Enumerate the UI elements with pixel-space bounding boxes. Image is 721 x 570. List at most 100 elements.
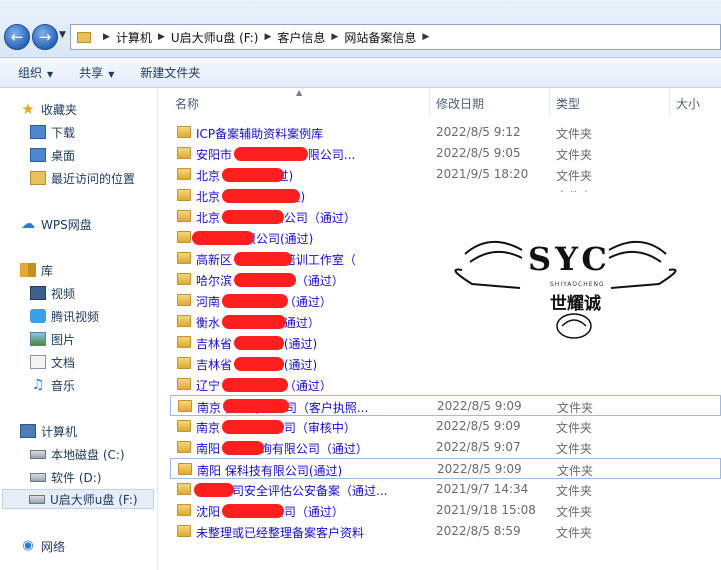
chevron-right-icon[interactable]: ▶	[264, 32, 271, 42]
column-size[interactable]: 大小	[676, 95, 700, 112]
nav-libraries[interactable]: 库	[20, 260, 53, 280]
sort-ascending-icon: ▲	[296, 88, 303, 97]
back-arrow-icon: ←	[10, 28, 24, 46]
table-row[interactable]: 南京 技术有限公司（客户执照... 2022/8/5 9:09 文件夹	[170, 395, 721, 416]
nav-drive-f[interactable]: U启大师u盘 (F:)	[2, 489, 154, 509]
file-date: 2022/8/5 9:12	[436, 125, 521, 139]
picture-icon	[30, 332, 46, 346]
file-date: 2021/9/7 14:34	[436, 482, 529, 496]
file-date: 2022/8/5 9:05	[436, 146, 521, 160]
column-divider[interactable]	[549, 88, 550, 116]
nav-label: 网络	[41, 539, 66, 554]
file-date: 2021/9/18 15:08	[436, 503, 536, 517]
chevron-right-icon[interactable]: ▶	[158, 32, 165, 42]
table-row[interactable]: 安阳市 理咨询服务有限公司... 2022/8/5 9:05 文件夹	[170, 143, 721, 164]
desktop-icon	[30, 148, 46, 162]
folder-icon	[177, 168, 191, 180]
share-label: 共享	[79, 66, 104, 80]
chevron-down-icon: ▼	[108, 70, 115, 79]
nav-videos[interactable]: 视频	[30, 283, 75, 303]
redaction-mark	[223, 399, 289, 413]
nav-network[interactable]: ◉ 网络	[20, 536, 65, 556]
file-name: 哈尔滨 术服务中心（通过）	[196, 274, 344, 288]
redaction-mark	[222, 420, 284, 434]
nav-label: 视频	[51, 286, 76, 301]
breadcrumb-computer[interactable]: 计算机	[116, 29, 152, 46]
nav-drive-c[interactable]: 本地磁盘 (C:)	[30, 444, 125, 464]
breadcrumb-usb-drive[interactable]: U启大师u盘 (F:)	[171, 29, 259, 46]
table-row[interactable]: 沈阳 科技有限公司（通过）2021/9/18 15:08文件夹	[170, 500, 721, 521]
column-divider[interactable]	[429, 88, 430, 116]
new-folder-button[interactable]: 新建文件夹	[140, 64, 200, 81]
file-name: 南阳 保科技有限公司(通过)	[197, 464, 343, 478]
redaction-mark	[222, 504, 284, 518]
nav-label: U启大师u盘 (F:)	[50, 492, 138, 507]
forward-button[interactable]: →	[32, 24, 58, 50]
folder-icon	[177, 357, 191, 369]
tencent-video-icon	[30, 309, 46, 323]
table-row[interactable]: 南京 科技有限公司（审核中） 2022/8/5 9:09 文件夹	[170, 416, 721, 437]
nav-label: 音乐	[51, 378, 76, 393]
nav-label: 本地磁盘 (C:)	[51, 447, 125, 462]
forward-arrow-icon: →	[38, 28, 52, 46]
chevron-right-icon[interactable]: ▶	[331, 32, 338, 42]
chevron-right-icon[interactable]: ▶	[422, 32, 429, 42]
column-divider[interactable]	[669, 88, 670, 116]
nav-desktop[interactable]: 桌面	[30, 145, 75, 165]
table-row[interactable]: 南阳 保科技有限公司(通过) 2022/8/5 9:09 文件夹	[170, 458, 721, 479]
nav-label: 桌面	[51, 148, 76, 163]
file-type: 文件夹	[557, 464, 594, 478]
nav-documents[interactable]: 文档	[30, 352, 75, 372]
cloud-icon: ☁	[21, 216, 35, 232]
nav-label: 图片	[51, 332, 76, 347]
folder-icon	[177, 189, 191, 201]
table-row[interactable]: ICP备案辅助资料案例库 2022/8/5 9:12 文件夹	[170, 122, 721, 143]
nav-computer[interactable]: 计算机	[20, 421, 77, 441]
file-type: 文件夹	[556, 505, 593, 519]
redaction-mark	[192, 231, 254, 245]
table-row[interactable]: 北京 限公司(通过)2021/9/5 18:20文件夹	[170, 164, 721, 185]
nav-wps[interactable]: ☁ WPS网盘	[20, 214, 92, 234]
breadcrumb-website-records[interactable]: 网站备案信息	[344, 29, 416, 46]
table-row[interactable]: 南阳 信息咨询有限公司（通过） 2022/8/5 9:07 文件夹	[170, 437, 721, 458]
hard-drive-icon	[30, 472, 46, 482]
share-menu[interactable]: 共享 ▼	[79, 64, 114, 81]
file-date: 2022/8/5 8:59	[436, 524, 521, 538]
nav-music[interactable]: ♫ 音乐	[30, 375, 75, 395]
back-button[interactable]: ←	[4, 24, 30, 50]
table-row[interactable]: 科技公司安全评估公安备案（通过... 2021/9/7 14:34 文件夹	[170, 479, 721, 500]
logo-pinyin: SHIYAOCHENG	[550, 281, 605, 288]
file-name: 高新区 文化艺术培训工作室（	[196, 253, 356, 267]
nav-tencent-video[interactable]: 腾讯视频	[30, 306, 99, 326]
table-row[interactable]: 辽宁 技有限公司（通过）	[170, 374, 721, 395]
file-type: 文件夹	[557, 401, 594, 415]
breadcrumb-customer-info[interactable]: 客户信息	[277, 29, 325, 46]
nav-label: 腾讯视频	[51, 309, 100, 324]
file-type: 文件夹	[556, 421, 593, 435]
nav-recent[interactable]: 最近访问的位置	[30, 168, 135, 188]
folder-icon	[177, 147, 191, 159]
organize-menu[interactable]: 组织 ▼	[18, 64, 53, 81]
column-name[interactable]: 名称	[175, 95, 199, 112]
file-date: 2022/8/5 9:07	[436, 440, 521, 454]
nav-favorites[interactable]: ★ 收藏夹	[20, 99, 77, 119]
breadcrumb[interactable]: ▶ 计算机 ▶ U启大师u盘 (F:) ▶ 客户信息 ▶ 网站备案信息 ▶	[70, 24, 721, 50]
folder-icon	[178, 400, 192, 412]
table-row[interactable]: 未整理或已经整理备案客户资料 2022/8/5 8:59 文件夹	[170, 521, 721, 542]
column-type[interactable]: 类型	[556, 95, 580, 112]
column-headers: ▲ 名称 修改日期 类型 大小	[159, 88, 721, 116]
nav-label: 文档	[51, 355, 76, 370]
nav-label: WPS网盘	[41, 217, 92, 232]
redaction-mark	[194, 483, 234, 497]
recent-pages-dropdown-icon[interactable]: ▼	[59, 30, 66, 40]
folder-icon	[177, 483, 191, 495]
nav-downloads[interactable]: 下载	[30, 122, 75, 142]
organize-label: 组织	[18, 66, 43, 80]
column-modified[interactable]: 修改日期	[436, 95, 484, 112]
nav-pictures[interactable]: 图片	[30, 329, 75, 349]
folder-icon	[177, 336, 191, 348]
download-folder-icon	[30, 125, 46, 139]
chevron-right-icon[interactable]: ▶	[103, 32, 110, 42]
nav-drive-d[interactable]: 软件 (D:)	[30, 467, 101, 487]
library-icon	[20, 263, 36, 277]
